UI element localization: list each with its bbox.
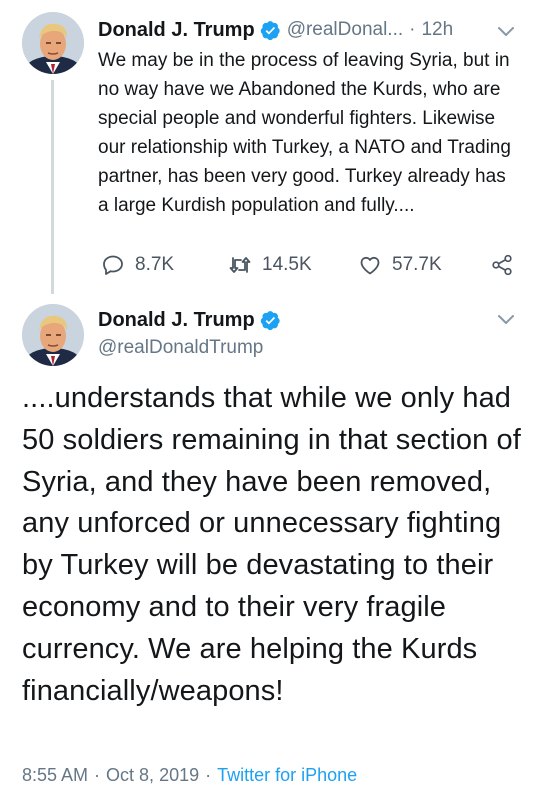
separator-dot: · xyxy=(94,765,101,785)
reply-button[interactable]: 8.7K xyxy=(101,250,174,280)
tweet-time: 8:55 AM xyxy=(22,765,89,785)
verified-badge-icon xyxy=(260,310,280,330)
tweet-time[interactable]: 12h xyxy=(421,19,453,41)
chevron-down-icon[interactable] xyxy=(497,26,515,38)
author-name[interactable]: Donald J. Trump xyxy=(98,309,255,332)
avatar-photo xyxy=(22,304,84,366)
chevron-down-icon[interactable] xyxy=(497,314,515,326)
tweet-first: Donald J. Trump @realDonal... · 12h We m… xyxy=(0,0,536,294)
retweet-count: 14.5K xyxy=(262,254,312,275)
share-icon xyxy=(492,254,512,276)
verified-badge-icon xyxy=(260,20,280,40)
like-count: 57.7K xyxy=(392,254,442,275)
share-button[interactable] xyxy=(490,250,514,280)
retweet-button[interactable]: 14.5K xyxy=(228,250,312,280)
tweet-source-link[interactable]: Twitter for iPhone xyxy=(217,765,357,785)
author-name-row: Donald J. Trump xyxy=(98,306,281,334)
tweet-text: We may be in the process of leaving Syri… xyxy=(98,50,511,216)
like-button[interactable]: 57.7K xyxy=(358,250,442,280)
retweet-icon xyxy=(229,257,251,273)
reply-count: 8.7K xyxy=(135,254,175,275)
thread-connector-line xyxy=(51,80,54,294)
tweet-date: Oct 8, 2019 xyxy=(106,765,200,785)
tweet-metadata: 8:55 AM · Oct 8, 2019 · Twitter for iPhone xyxy=(22,765,357,786)
avatar[interactable] xyxy=(22,12,84,74)
heart-icon xyxy=(360,256,380,275)
reply-icon xyxy=(103,255,123,275)
avatar[interactable] xyxy=(22,304,84,366)
tweet-actions-bar: 8.7K 14.5K 57.7K xyxy=(98,250,518,280)
tweet-header: Donald J. Trump @realDonal... · 12h xyxy=(98,15,498,45)
separator-dot: · xyxy=(409,19,416,40)
author-handle[interactable]: @realDonal... xyxy=(287,19,403,41)
author-name[interactable]: Donald J. Trump xyxy=(98,19,255,42)
separator-dot: · xyxy=(205,765,212,785)
tweet-text-large: ....understands that while we only had 5… xyxy=(22,382,521,707)
avatar-photo xyxy=(22,12,84,74)
author-handle[interactable]: @realDonaldTrump xyxy=(98,337,263,359)
tweet-second-header: Donald J. Trump @realDonaldTrump xyxy=(0,294,536,374)
